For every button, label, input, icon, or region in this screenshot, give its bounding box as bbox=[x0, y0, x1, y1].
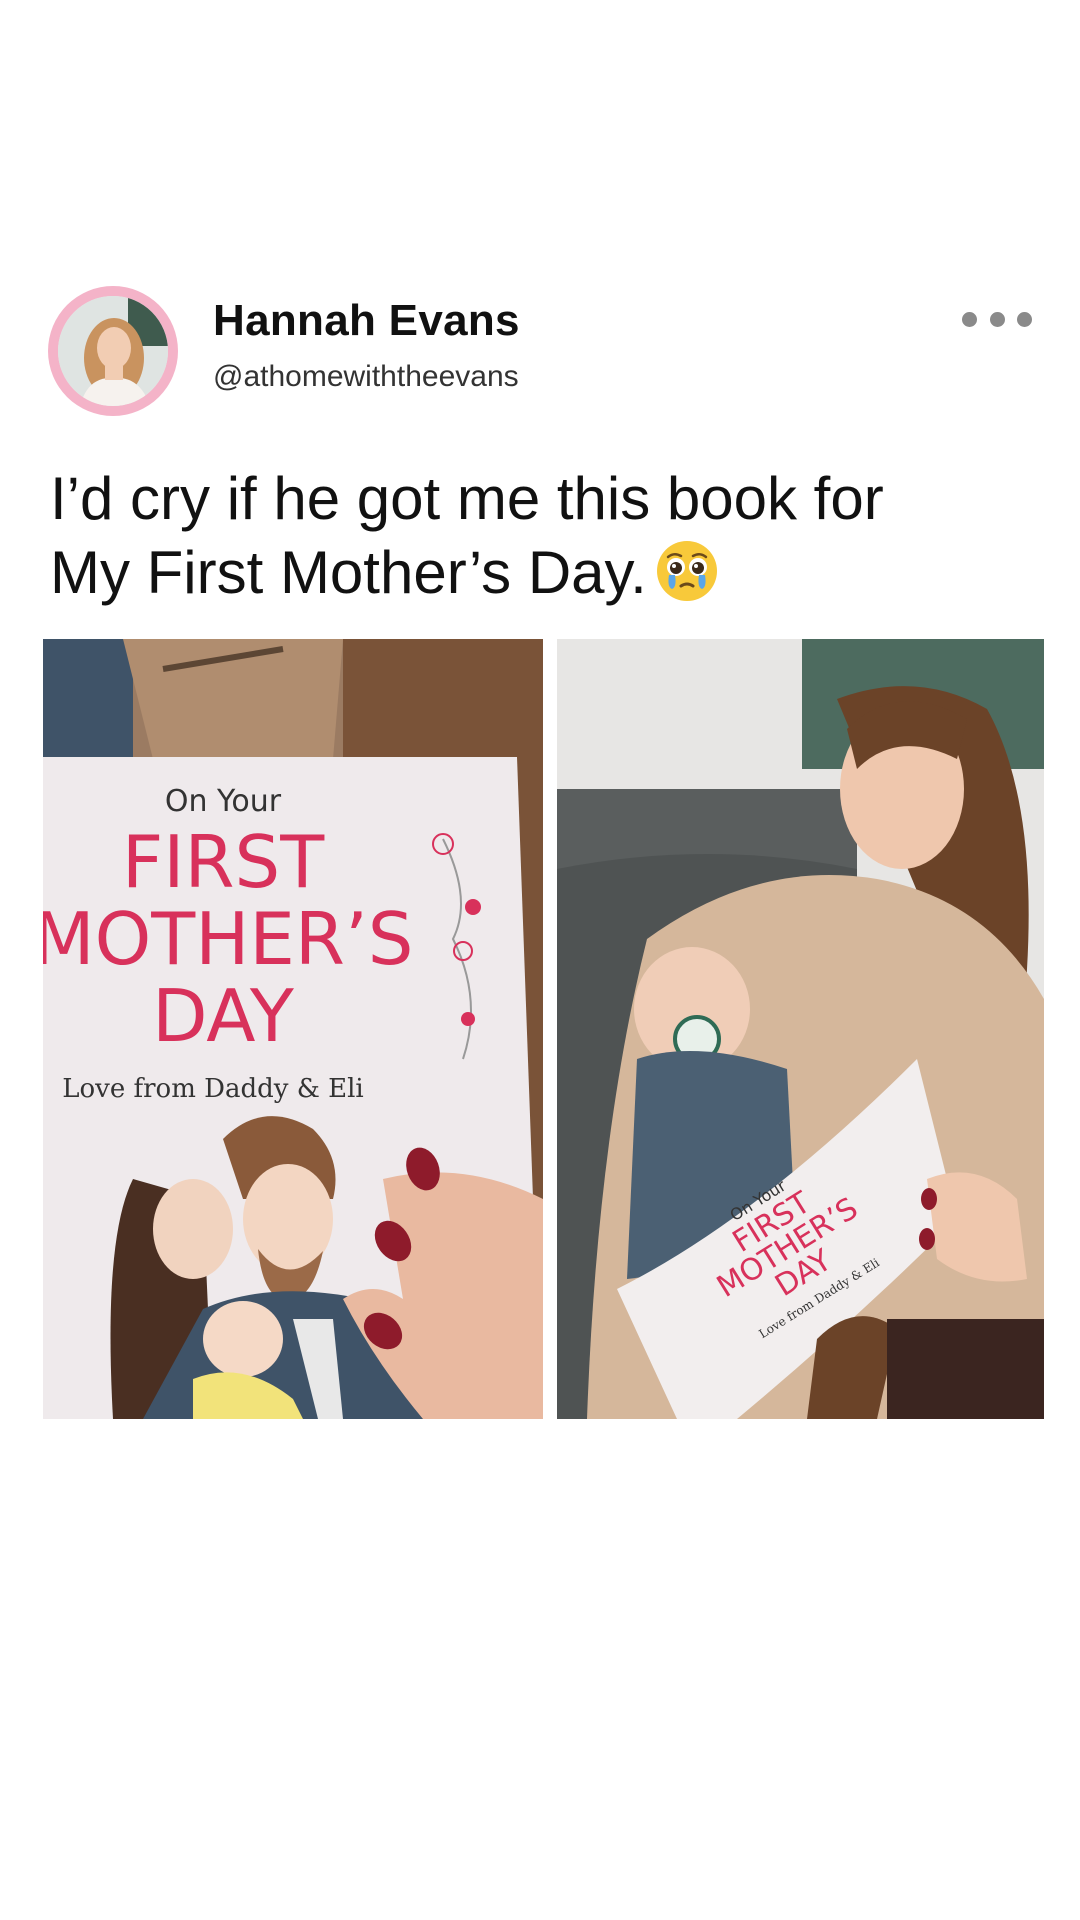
post-text-line-2: My First Mother’s Day. bbox=[50, 536, 1030, 610]
more-options-icon[interactable] bbox=[962, 304, 1032, 334]
menu-dot bbox=[1017, 311, 1032, 327]
profile-photo bbox=[58, 296, 168, 406]
post-text: I’d cry if he got me this book for My Fi… bbox=[50, 462, 1030, 610]
author-handle[interactable]: @athomewiththeevans bbox=[213, 360, 519, 394]
cover-dedication: Love from Daddy & Eli bbox=[62, 1074, 364, 1104]
pleading-face-emoji bbox=[656, 541, 717, 601]
post-text-line-1: I’d cry if he got me this book for bbox=[50, 465, 884, 532]
cover-line-4: DAY bbox=[152, 974, 295, 1058]
post-text-line-2-text: My First Mother’s Day. bbox=[50, 539, 647, 606]
menu-dot bbox=[989, 311, 1005, 327]
photo-book-cover[interactable]: On Your FIRST MOTHER’S DAY Love from Dad… bbox=[43, 639, 543, 1419]
cover-line-3: MOTHER’S bbox=[43, 897, 414, 981]
cover-line-1: On Your bbox=[165, 784, 282, 819]
photo-mother-and-baby[interactable]: On Your FIRST MOTHER’S DAY Love from Dad… bbox=[557, 639, 1044, 1419]
author-name[interactable]: Hannah Evans bbox=[213, 296, 520, 346]
post-header: Hannah Evans @athomewiththeevans bbox=[48, 286, 1032, 416]
avatar[interactable] bbox=[48, 286, 178, 416]
menu-dot bbox=[962, 311, 977, 327]
cover-line-2: FIRST bbox=[122, 820, 325, 904]
